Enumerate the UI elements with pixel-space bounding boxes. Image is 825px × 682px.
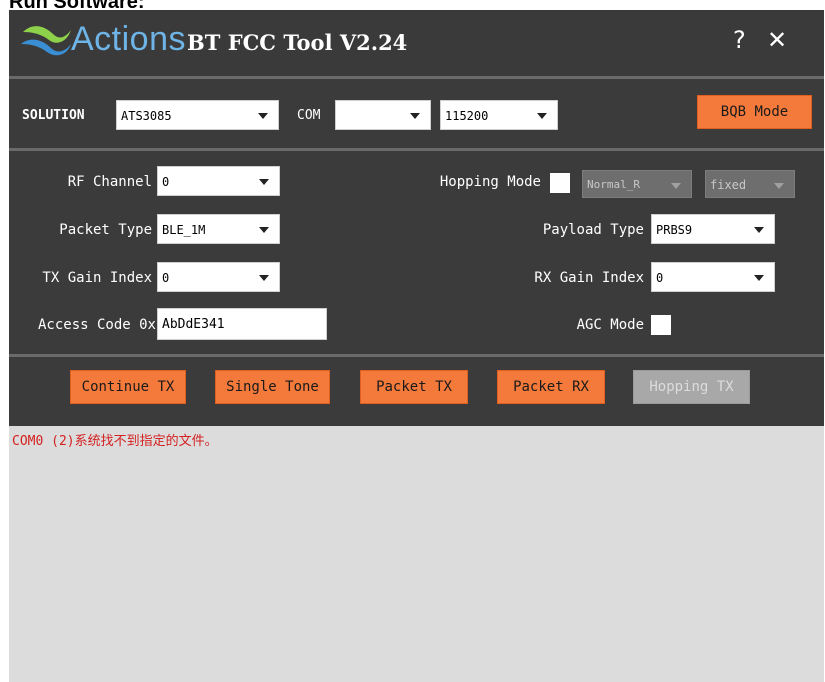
agc-mode-label: AGC Mode <box>576 317 644 333</box>
access-code-field[interactable]: AbDdE341 <box>157 308 327 340</box>
solution-value: ATS3085 <box>121 109 172 123</box>
chevron-down-icon <box>259 179 269 185</box>
title-bar: Actions BT FCC Tool V2.24 ? ✕ <box>9 10 824 76</box>
chevron-down-icon <box>671 183 681 189</box>
access-code-value: AbDdE341 <box>162 317 225 332</box>
hopping-tx-button[interactable]: Hopping TX <box>633 370 750 404</box>
help-button[interactable]: ? <box>733 26 746 54</box>
rf-channel-select[interactable]: 0 <box>157 166 280 196</box>
packet-type-label: Packet Type <box>59 222 152 238</box>
tx-gain-value: 0 <box>162 271 170 285</box>
solution-select[interactable]: ATS3085 <box>116 100 279 130</box>
agc-mode-checkbox[interactable] <box>651 315 671 335</box>
payload-type-select[interactable]: PRBS9 <box>651 214 775 244</box>
packet-type-value: BLE_1M <box>162 223 206 237</box>
packet-rx-button[interactable]: Packet RX <box>497 370 605 404</box>
brand-name: Actions <box>71 20 186 58</box>
chevron-down-icon <box>537 113 547 119</box>
chevron-down-icon <box>754 227 764 233</box>
settings-divider <box>9 354 824 357</box>
tx-gain-label: TX Gain Index <box>42 270 152 286</box>
payload-type-label: Payload Type <box>542 222 644 238</box>
log-line: COM0 (2)系统找不到指定的文件。 <box>12 434 218 449</box>
single-tone-button[interactable]: Single Tone <box>215 370 330 404</box>
rf-channel-value: 0 <box>162 175 170 189</box>
tx-gain-select[interactable]: 0 <box>157 262 280 292</box>
hopping-fixed-value: fixed <box>710 178 747 192</box>
access-code-label: Access Code 0x <box>37 317 156 333</box>
packet-tx-button[interactable]: Packet TX <box>360 370 468 404</box>
app-window: Actions BT FCC Tool V2.24 ? ✕ SOLUTION A… <box>9 10 824 682</box>
title-divider <box>9 76 824 79</box>
bqb-mode-button[interactable]: BQB Mode <box>697 95 812 129</box>
chevron-down-icon <box>259 275 269 281</box>
close-button[interactable]: ✕ <box>767 26 787 54</box>
payload-type-value: PRBS9 <box>656 223 693 237</box>
chevron-down-icon <box>258 113 268 119</box>
hopping-mode-select[interactable]: Normal_R <box>582 170 692 198</box>
toolbar-divider <box>9 148 824 151</box>
hopping-mode-value: Normal_R <box>587 178 640 191</box>
com-select[interactable] <box>335 100 431 130</box>
rx-gain-select[interactable]: 0 <box>651 262 775 292</box>
packet-type-select[interactable]: BLE_1M <box>157 214 280 244</box>
rx-gain-value: 0 <box>656 271 664 285</box>
baud-value: 115200 <box>445 109 489 123</box>
chevron-down-icon <box>754 275 764 281</box>
continue-tx-button[interactable]: Continue TX <box>70 370 186 404</box>
rf-channel-label: RF Channel <box>67 174 152 190</box>
hopping-fixed-select[interactable]: fixed <box>705 170 795 198</box>
rx-gain-label: RX Gain Index <box>534 270 644 286</box>
chevron-down-icon <box>774 183 784 189</box>
chevron-down-icon <box>259 227 269 233</box>
hopping-mode-label: Hopping Mode <box>439 174 541 190</box>
baud-select[interactable]: 115200 <box>440 100 558 130</box>
window-title: BT FCC Tool V2.24 <box>187 30 408 55</box>
log-panel[interactable]: COM0 (2)系统找不到指定的文件。 <box>9 426 824 682</box>
chevron-down-icon <box>410 113 420 119</box>
solution-label: SOLUTION <box>22 108 85 123</box>
hopping-mode-checkbox[interactable] <box>550 173 570 193</box>
com-label: COM <box>297 108 321 123</box>
actions-logo-icon <box>21 26 71 56</box>
